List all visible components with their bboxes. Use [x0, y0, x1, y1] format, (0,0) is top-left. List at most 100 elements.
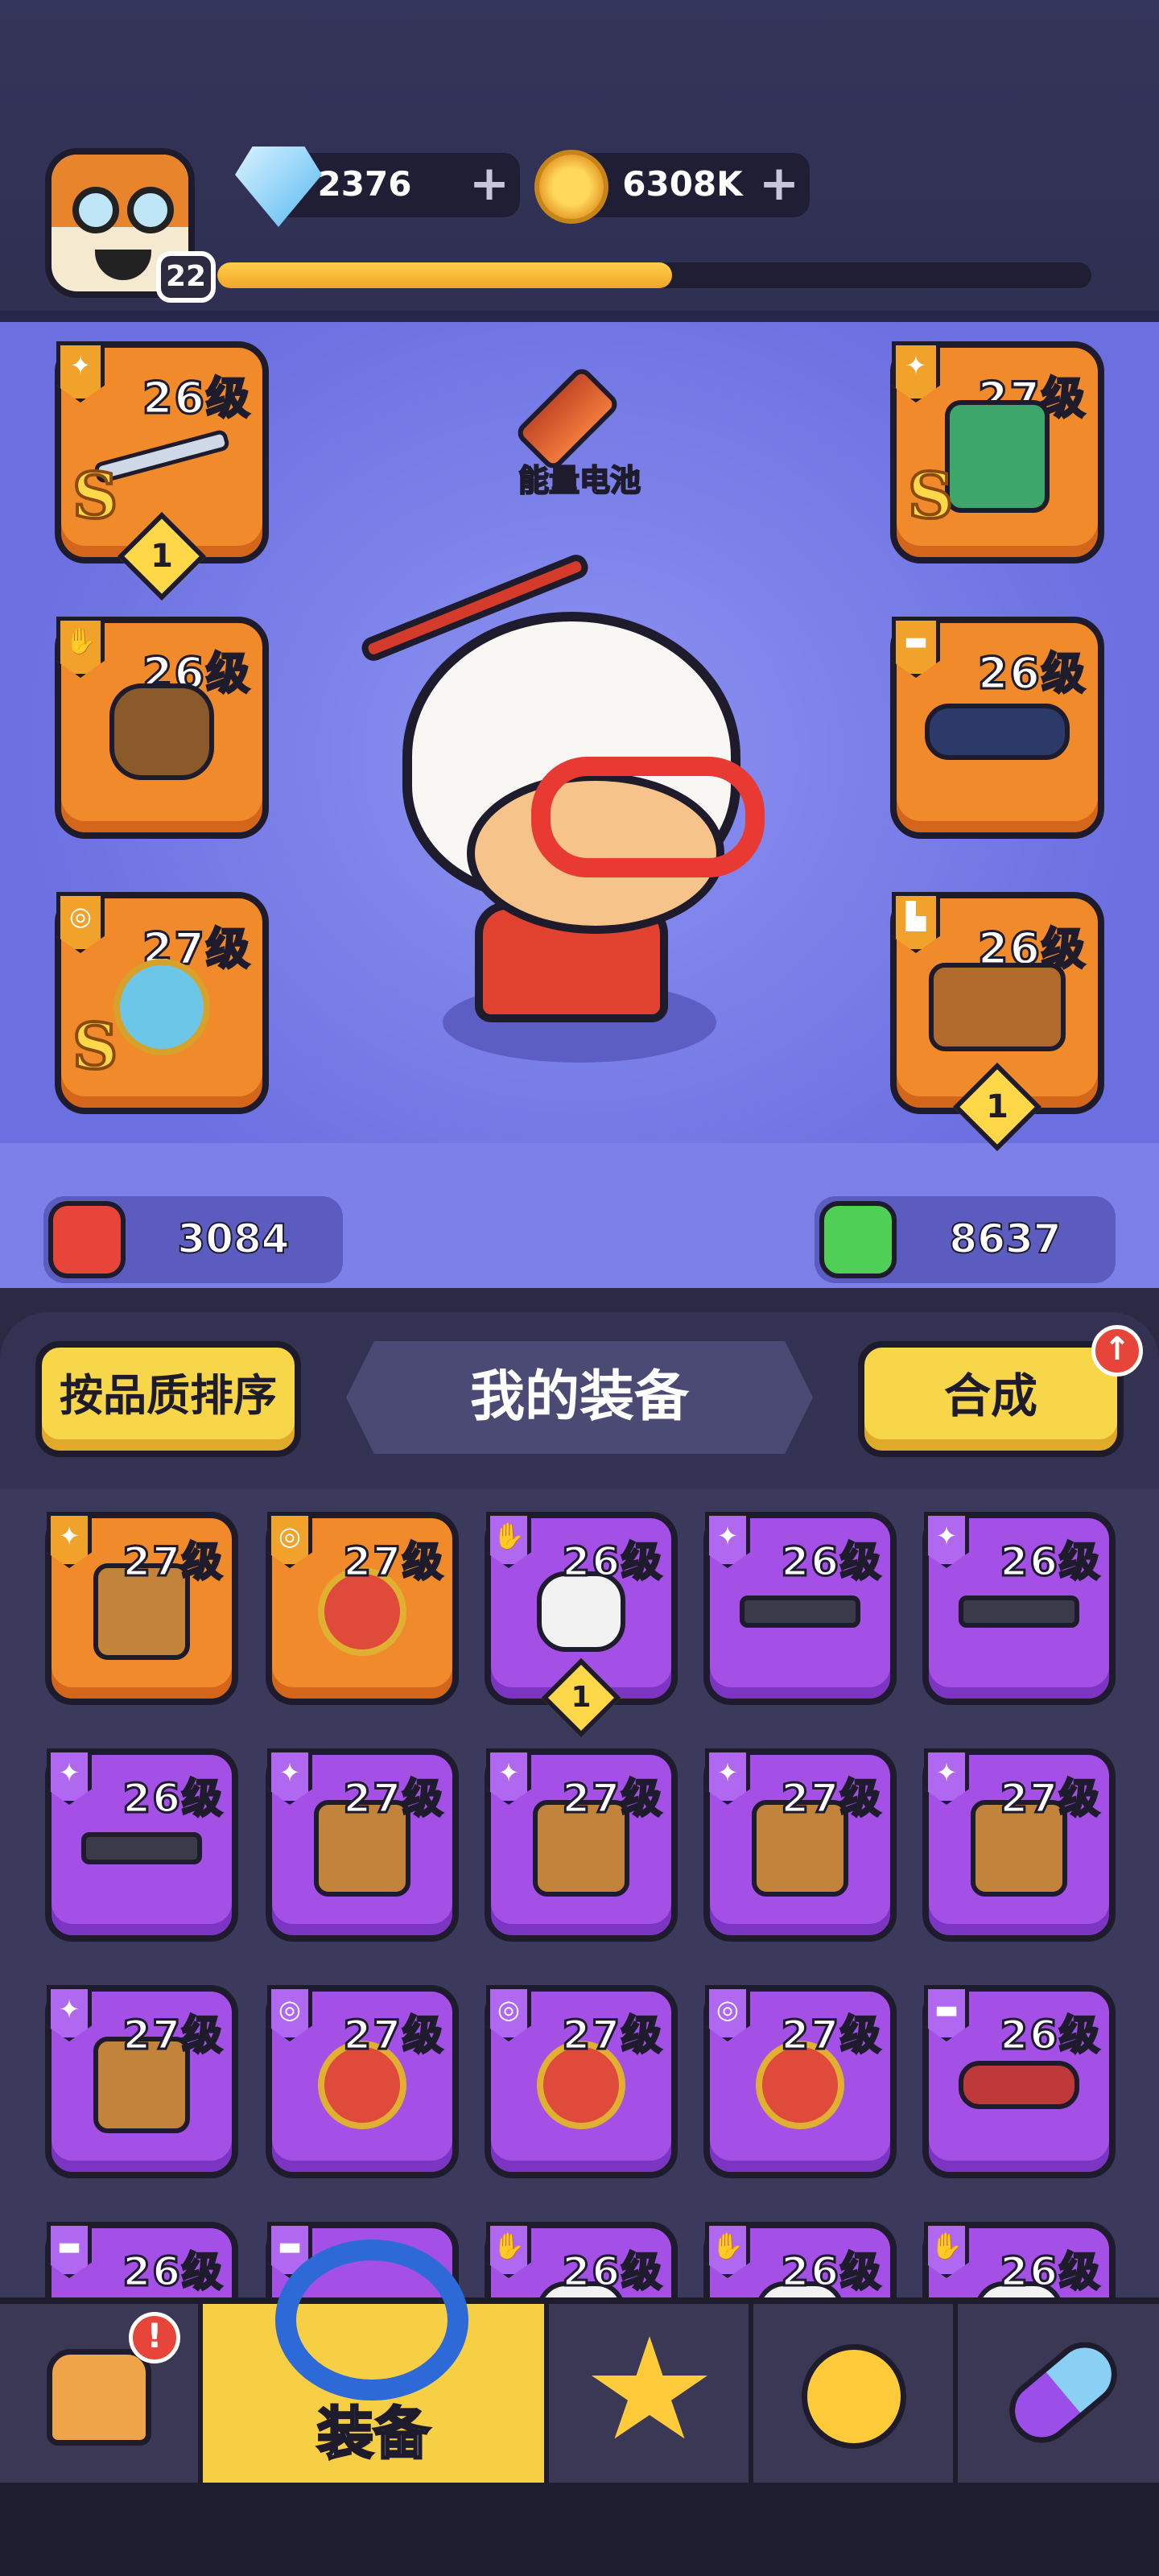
item-level: 26级: [780, 2248, 882, 2297]
attack-stat: 3084: [43, 1196, 343, 1283]
item-level: 26级: [999, 1538, 1101, 1587]
glove-icon: ✋: [486, 1512, 531, 1568]
item-level: 26级: [561, 1538, 663, 1587]
rank-s-badge: S: [906, 458, 955, 535]
add-gems-button[interactable]: +: [465, 159, 514, 209]
inventory-item[interactable]: ◎ 27级: [703, 1985, 897, 2178]
sword-icon: [48, 1201, 126, 1278]
glove-icon: ✋: [486, 2222, 531, 2278]
mouth-art: [95, 250, 151, 280]
star-icon: [592, 2336, 707, 2439]
boot-icon: ▙: [892, 892, 940, 953]
nav-tab-shop[interactable]: [958, 2304, 1159, 2483]
home-alert-badge: !: [129, 2312, 180, 2363]
gun-icon: ✦: [56, 341, 105, 402]
inventory-item[interactable]: ▬ 26级: [922, 1985, 1116, 2178]
add-coins-button[interactable]: +: [755, 159, 803, 209]
equipped-weapon-slot[interactable]: ✦ 26级 S 1: [55, 341, 269, 601]
item-level: 26级: [122, 1774, 224, 1823]
nav-tab-talent[interactable]: [549, 2304, 753, 2483]
inventory-item[interactable]: ✦ 27级: [485, 1748, 678, 1942]
nav-tab-pet[interactable]: [753, 2304, 958, 2483]
health-value: 8637: [948, 1215, 1062, 1263]
equipped-gloves-slot[interactable]: ✋ 26级: [55, 617, 269, 839]
inventory-item[interactable]: ✋ 26级 1: [485, 1512, 678, 1738]
vest-icon: ✦: [705, 1748, 750, 1805]
ring-icon: ◎: [267, 1512, 312, 1568]
inventory-item[interactable]: ✦ 26级: [45, 1748, 238, 1942]
sort-by-quality-button[interactable]: 按品质排序: [35, 1341, 301, 1457]
item-level: 27级: [122, 2011, 224, 2060]
equipped-armor-slot[interactable]: ✦ 27级 S: [890, 341, 1104, 564]
gun-icon: ✦: [47, 1748, 92, 1805]
system-nav-area: [0, 2483, 1159, 2576]
item-level: 27级: [780, 1774, 882, 1823]
rank-s-badge: S: [71, 458, 119, 535]
rank-s-badge: S: [71, 1009, 119, 1085]
item-art: [740, 1596, 860, 1629]
gun-icon: ✦: [924, 1512, 969, 1568]
boots-art: [929, 963, 1066, 1052]
inventory-title: 我的装备: [346, 1341, 813, 1454]
vest-icon: ✦: [47, 1985, 92, 2041]
item-level: 26级: [561, 2248, 663, 2297]
ring-icon: ◎: [705, 1985, 750, 2041]
chick-icon: [802, 2344, 906, 2449]
item-level: 26级: [999, 2248, 1101, 2297]
attack-value: 3084: [176, 1215, 290, 1263]
xp-bar-fill: [217, 262, 672, 288]
inventory-item[interactable]: ✦ 27级: [45, 1512, 238, 1705]
ring-icon: ◎: [56, 892, 105, 953]
belt-icon: ▬: [47, 2222, 92, 2278]
gun-icon: ✦: [705, 1512, 750, 1568]
glove-icon: ✋: [705, 2222, 750, 2278]
nav-equipment-label: 装备: [316, 2400, 431, 2468]
inventory-item[interactable]: ✦ 27级: [266, 1748, 459, 1942]
item-level: 27级: [342, 2011, 444, 2060]
inventory-item[interactable]: ◎ 27级: [485, 1985, 678, 2178]
glove-icon: ✋: [924, 2222, 969, 2278]
vest-icon: ✦: [486, 1748, 531, 1805]
merge-alert-badge: ↑: [1091, 1325, 1143, 1377]
ring-equip-icon: [275, 2240, 468, 2401]
xp-bar: [217, 262, 1091, 288]
belt-icon: ▬: [924, 1985, 969, 2041]
ring-art: [113, 959, 210, 1056]
nav-tab-equipment[interactable]: 装备: [203, 2240, 549, 2483]
item-level: 27级: [780, 2011, 882, 2060]
belt-icon: ▬: [892, 617, 940, 678]
house-icon: [47, 2349, 151, 2446]
armor-art: [945, 400, 1050, 514]
heart-icon: [819, 1201, 897, 1278]
hero-character: [354, 551, 805, 1079]
item-art: [959, 2061, 1079, 2110]
inventory-item[interactable]: ◎ 27级: [266, 1512, 459, 1705]
equipped-ring-slot[interactable]: ◎ 27级 S: [55, 892, 269, 1114]
inventory-item[interactable]: ✦ 27级: [703, 1748, 897, 1942]
inventory-item[interactable]: ✦ 27级: [922, 1748, 1116, 1942]
item-level: 27级: [342, 1774, 444, 1823]
inventory-item[interactable]: ✦ 27级: [45, 1985, 238, 2178]
merge-button[interactable]: 合成: [858, 1341, 1124, 1457]
vest-icon: ✦: [892, 341, 940, 402]
equipped-belt-slot[interactable]: ▬ 26级: [890, 617, 1104, 839]
hero-mask: [531, 757, 765, 877]
item-level: 27级: [122, 1538, 224, 1587]
equipped-boots-slot[interactable]: ▙ 26级 1: [890, 892, 1104, 1152]
inventory-item[interactable]: ✦ 26级: [703, 1512, 897, 1705]
ring-icon: ◎: [486, 1985, 531, 2041]
item-level: 26级: [122, 2248, 224, 2297]
item-level: 27级: [561, 1774, 663, 1823]
item-level: 27级: [561, 2011, 663, 2060]
inventory-item[interactable]: ✦ 26级: [922, 1512, 1116, 1705]
vest-icon: ✦: [924, 1748, 969, 1805]
coin-icon: [534, 150, 608, 224]
item-art: [959, 1596, 1079, 1629]
goggle-art: [127, 187, 174, 233]
gloves-art: [109, 683, 214, 781]
energy-battery-button[interactable]: [507, 354, 628, 473]
item-level: 27级: [342, 1538, 444, 1587]
item-level: 27级: [999, 1774, 1101, 1823]
inventory-item[interactable]: ◎ 27级: [266, 1985, 459, 2178]
glove-icon: ✋: [56, 617, 105, 678]
